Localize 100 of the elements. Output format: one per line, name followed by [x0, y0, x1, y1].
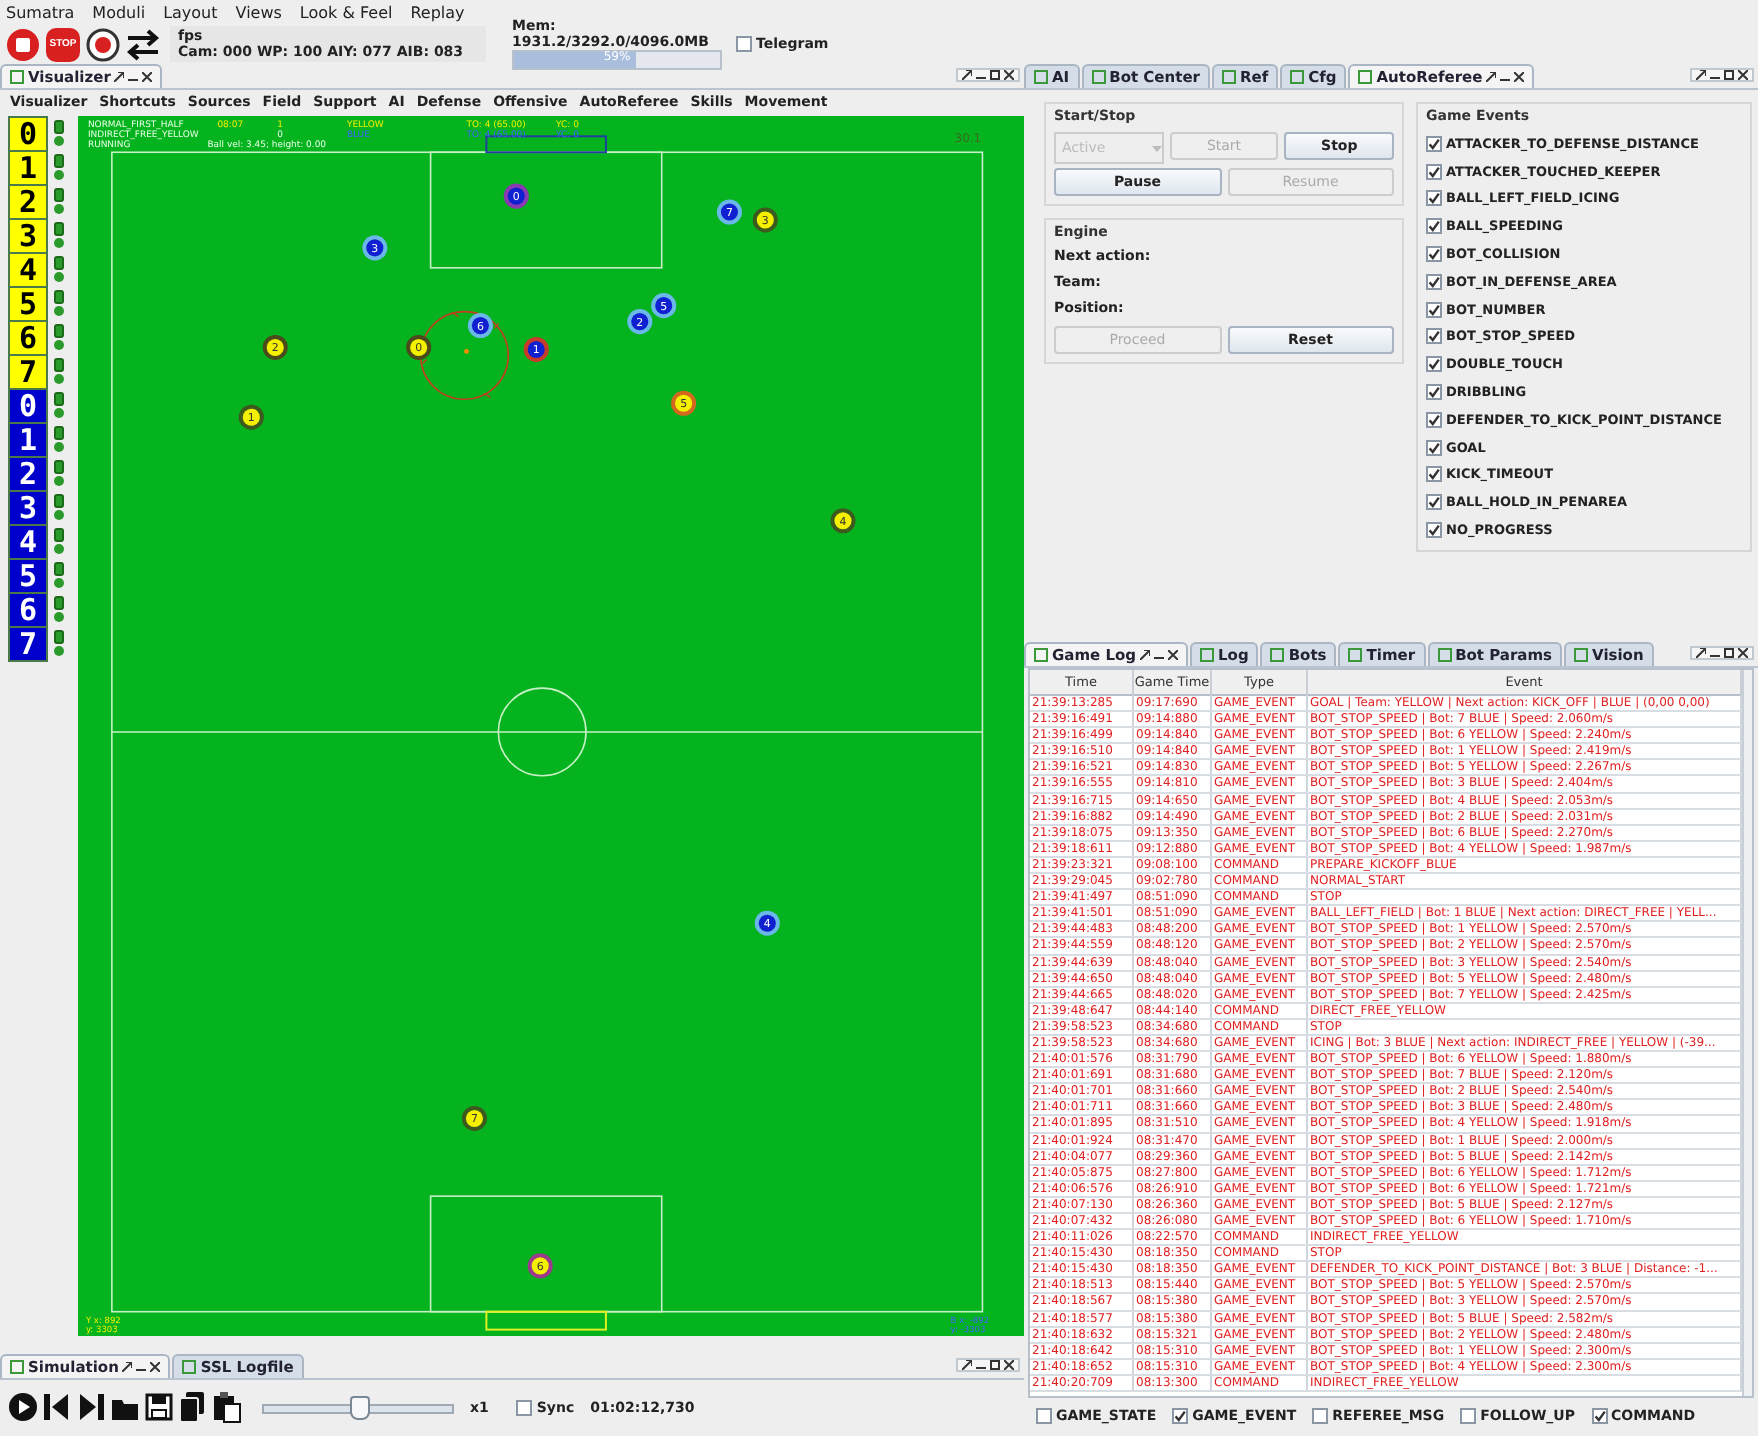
bot-number[interactable]: 5 — [8, 285, 48, 321]
checkbox[interactable] — [1426, 522, 1442, 539]
status-dot-icon — [54, 170, 64, 180]
slider-thumb[interactable] — [350, 1395, 370, 1419]
bot-number[interactable]: 6 — [8, 591, 48, 627]
checkbox[interactable] — [736, 36, 752, 52]
close-icon[interactable] — [1514, 72, 1525, 82]
maximize-icon[interactable] — [990, 1360, 1000, 1370]
checkbox[interactable] — [1426, 384, 1442, 401]
record-icon[interactable] — [86, 27, 120, 61]
bot-number[interactable]: 7 — [8, 353, 48, 389]
bot-number[interactable]: 3 — [8, 217, 48, 253]
status-dot-icon — [54, 306, 64, 316]
menu-item[interactable]: Views — [235, 3, 282, 21]
checkbox[interactable] — [1426, 301, 1442, 318]
battery-icon — [54, 596, 64, 610]
skip-forward-icon[interactable] — [76, 1390, 106, 1424]
checkbox[interactable] — [516, 1399, 533, 1415]
play-icon[interactable] — [8, 1390, 38, 1424]
battery-icon — [54, 460, 64, 474]
close-icon[interactable] — [1738, 648, 1748, 658]
undock-icon[interactable] — [962, 1360, 972, 1370]
battery-icon — [54, 290, 64, 304]
speed-slider[interactable] — [262, 1393, 454, 1421]
battery-icon — [54, 222, 64, 236]
battery-icon — [54, 154, 64, 168]
checkbox[interactable] — [1426, 466, 1442, 483]
checkbox[interactable] — [1426, 273, 1442, 290]
bot-number[interactable]: 2 — [8, 455, 48, 491]
close-icon[interactable] — [150, 1362, 161, 1372]
checkbox[interactable] — [1172, 1408, 1189, 1425]
stop-icon[interactable] — [6, 27, 40, 61]
maximize-icon[interactable] — [1724, 70, 1734, 80]
checkbox[interactable] — [1426, 218, 1442, 235]
close-icon[interactable] — [1168, 650, 1179, 660]
scrollbar[interactable] — [1742, 670, 1752, 1397]
checkbox[interactable] — [1426, 163, 1442, 180]
battery-icon — [54, 392, 64, 406]
checkbox[interactable] — [1426, 328, 1442, 345]
bot-number[interactable]: 0 — [8, 387, 48, 423]
target-circle — [419, 310, 509, 401]
bot-number[interactable]: 1 — [8, 149, 48, 185]
goal — [485, 1310, 607, 1331]
status-dot-icon — [54, 238, 64, 248]
swap-arrows-icon[interactable] — [126, 27, 160, 61]
checkbox[interactable] — [1460, 1408, 1477, 1425]
status-dot-icon — [54, 578, 64, 588]
status-dot-icon — [54, 612, 64, 622]
save-icon[interactable] — [144, 1390, 174, 1424]
bot-number[interactable]: 6 — [8, 319, 48, 355]
checkbox[interactable] — [1426, 246, 1442, 263]
menu-item[interactable]: Replay — [410, 3, 465, 21]
undock-icon[interactable] — [122, 1362, 133, 1372]
battery-icon — [54, 358, 64, 372]
status-dot-icon — [54, 272, 64, 282]
undock-icon[interactable] — [962, 70, 972, 80]
undock-icon[interactable] — [1696, 70, 1706, 80]
maximize-icon[interactable] — [990, 70, 1000, 80]
copy-icon[interactable] — [178, 1390, 208, 1424]
close-icon[interactable] — [1004, 1360, 1014, 1370]
undock-icon[interactable] — [1486, 72, 1497, 82]
status-dot-icon — [54, 204, 64, 214]
bot-number[interactable]: 1 — [8, 421, 48, 457]
checkbox[interactable] — [1426, 356, 1442, 373]
status-dot-icon — [54, 476, 64, 486]
battery-icon — [54, 630, 64, 644]
menu-item[interactable]: Moduli — [92, 3, 146, 21]
checkbox[interactable] — [1312, 1408, 1329, 1425]
battery-icon — [54, 188, 64, 202]
bot-number[interactable]: 0 — [8, 115, 48, 151]
checkbox[interactable] — [1426, 439, 1442, 456]
bot-number[interactable]: 7 — [8, 625, 48, 661]
maximize-icon[interactable] — [1724, 648, 1734, 658]
close-icon[interactable] — [142, 72, 153, 82]
checkbox[interactable] — [1426, 494, 1442, 511]
checkbox[interactable] — [1426, 411, 1442, 428]
battery-icon — [54, 120, 64, 134]
close-icon[interactable] — [1738, 70, 1748, 80]
undock-icon[interactable] — [114, 72, 125, 82]
close-icon[interactable] — [1004, 70, 1014, 80]
bot-number[interactable]: 5 — [8, 557, 48, 593]
bot-number[interactable]: 2 — [8, 183, 48, 219]
bot-number[interactable]: 4 — [8, 251, 48, 287]
checkbox[interactable] — [1426, 190, 1442, 207]
status-dot-icon — [54, 408, 64, 418]
checkbox[interactable] — [1426, 135, 1442, 152]
menu-item[interactable]: Look & Feel — [299, 3, 393, 21]
undock-icon[interactable] — [1140, 650, 1151, 660]
battery-icon — [54, 324, 64, 338]
bot-number[interactable]: 4 — [8, 523, 48, 559]
undock-icon[interactable] — [1696, 648, 1706, 658]
paste-icon[interactable] — [212, 1390, 242, 1424]
menu-item[interactable]: Layout — [163, 3, 218, 21]
battery-icon — [54, 494, 64, 508]
bot-number[interactable]: 3 — [8, 489, 48, 525]
skip-back-icon[interactable] — [42, 1390, 72, 1424]
status-dot-icon — [54, 510, 64, 520]
checkbox[interactable] — [1036, 1408, 1052, 1425]
checkbox[interactable] — [1591, 1408, 1607, 1425]
menu-item[interactable]: Sumatra — [6, 3, 75, 21]
